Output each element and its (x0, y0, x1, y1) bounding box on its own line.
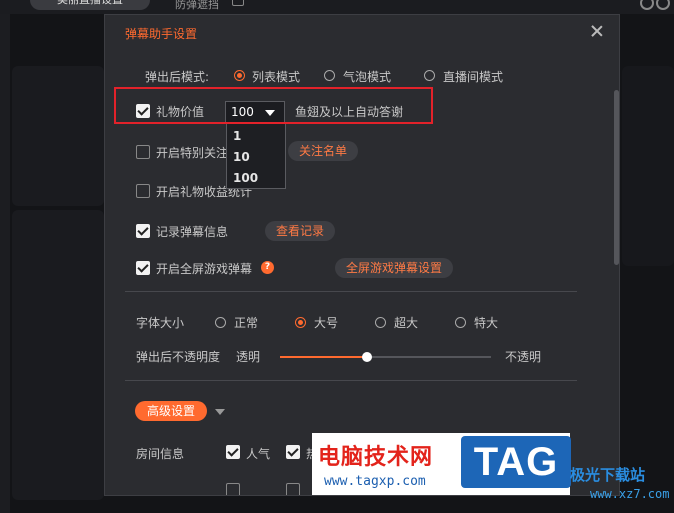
close-icon[interactable] (589, 23, 605, 39)
room-info-popularity-label: 人气 (246, 447, 271, 461)
opacity-max-label: 不透明 (505, 350, 542, 364)
watermark-site-name: 极光下载站 (570, 466, 646, 484)
radio-font-xxlarge[interactable] (455, 317, 466, 328)
follow-list-button[interactable]: 关注名单 (288, 141, 359, 161)
chevron-down-icon[interactable] (215, 409, 225, 415)
watermark-site-url: www.xz7.com (590, 487, 670, 501)
background-card (12, 210, 104, 500)
gift-value-dropdown: 1 10 100 (226, 123, 286, 189)
font-size-option-xxlarge[interactable]: 特大 (474, 314, 498, 331)
radio-font-normal[interactable] (215, 317, 226, 328)
background-right-card (622, 66, 674, 266)
background-mode-pill[interactable]: 美丽直播设置 (30, 0, 150, 10)
opacity-label: 弹出后不透明度 (136, 350, 221, 364)
fullscreen-game-danmu-checkbox[interactable] (136, 261, 150, 275)
divider (125, 380, 577, 381)
background-left-panel (0, 14, 10, 513)
background-toggle-text: 防弹遮挡 (175, 0, 219, 11)
opacity-slider-handle[interactable] (361, 352, 372, 362)
radio-font-xlarge[interactable] (375, 317, 386, 328)
font-size-option-large[interactable]: 大号 (314, 314, 338, 331)
gift-value-option[interactable]: 10 (233, 150, 250, 164)
popup-mode-option-list[interactable]: 列表模式 (252, 68, 300, 85)
gift-value-option[interactable]: 100 (233, 171, 258, 185)
special-follow-label: 开启特别关注 (156, 146, 229, 160)
popup-mode-option-bubble[interactable]: 气泡模式 (343, 68, 391, 85)
radio-list-mode[interactable] (234, 70, 245, 81)
gift-value-option[interactable]: 1 (233, 129, 241, 143)
font-size-option-normal[interactable]: 正常 (234, 314, 258, 331)
special-follow-checkbox[interactable] (136, 145, 150, 159)
room-info-hot-checkbox[interactable] (286, 445, 300, 459)
annotation-highlight-box (114, 87, 433, 124)
radio-font-large[interactable] (295, 317, 306, 328)
room-info-popularity-checkbox[interactable] (226, 445, 240, 459)
font-size-label: 字体大小 (136, 316, 185, 330)
divider (125, 291, 577, 292)
fullscreen-game-danmu-settings-button[interactable]: 全屏游戏弹幕设置 (335, 258, 454, 278)
dialog-title: 弹幕助手设置 (125, 27, 198, 41)
record-danmu-label: 记录弹幕信息 (156, 225, 229, 239)
view-records-button[interactable]: 查看记录 (265, 221, 336, 241)
watermark-tag-logo: TAG (461, 436, 571, 488)
watermark-title: 电脑技术网 (318, 445, 434, 470)
opacity-slider-fill (280, 356, 367, 358)
room-info-label: 房间信息 (136, 447, 185, 461)
font-size-option-xlarge[interactable]: 超大 (394, 314, 418, 331)
popup-mode-option-live-room[interactable]: 直播间模式 (443, 68, 503, 85)
fullscreen-game-danmu-label: 开启全屏游戏弹幕 (156, 262, 253, 276)
record-danmu-checkbox[interactable] (136, 224, 150, 238)
background-checkbox[interactable] (232, 0, 244, 6)
radio-bubble-mode[interactable] (324, 70, 335, 81)
dialog-scrollbar[interactable] (614, 90, 619, 265)
room-info-extra-checkbox[interactable] (226, 483, 240, 495)
popup-mode-label: 弹出后模式: (145, 70, 210, 84)
radio-live-room-mode[interactable] (424, 70, 435, 81)
watermark-url: www.tagxp.com (324, 474, 426, 489)
opacity-min-label: 透明 (236, 350, 261, 364)
gift-stats-checkbox[interactable] (136, 184, 150, 198)
advanced-settings-button[interactable]: 高级设置 (135, 401, 207, 421)
background-card (12, 66, 104, 206)
opacity-slider[interactable] (280, 352, 491, 362)
help-icon[interactable]: ? (261, 261, 274, 274)
room-info-extra-checkbox[interactable] (286, 483, 300, 495)
